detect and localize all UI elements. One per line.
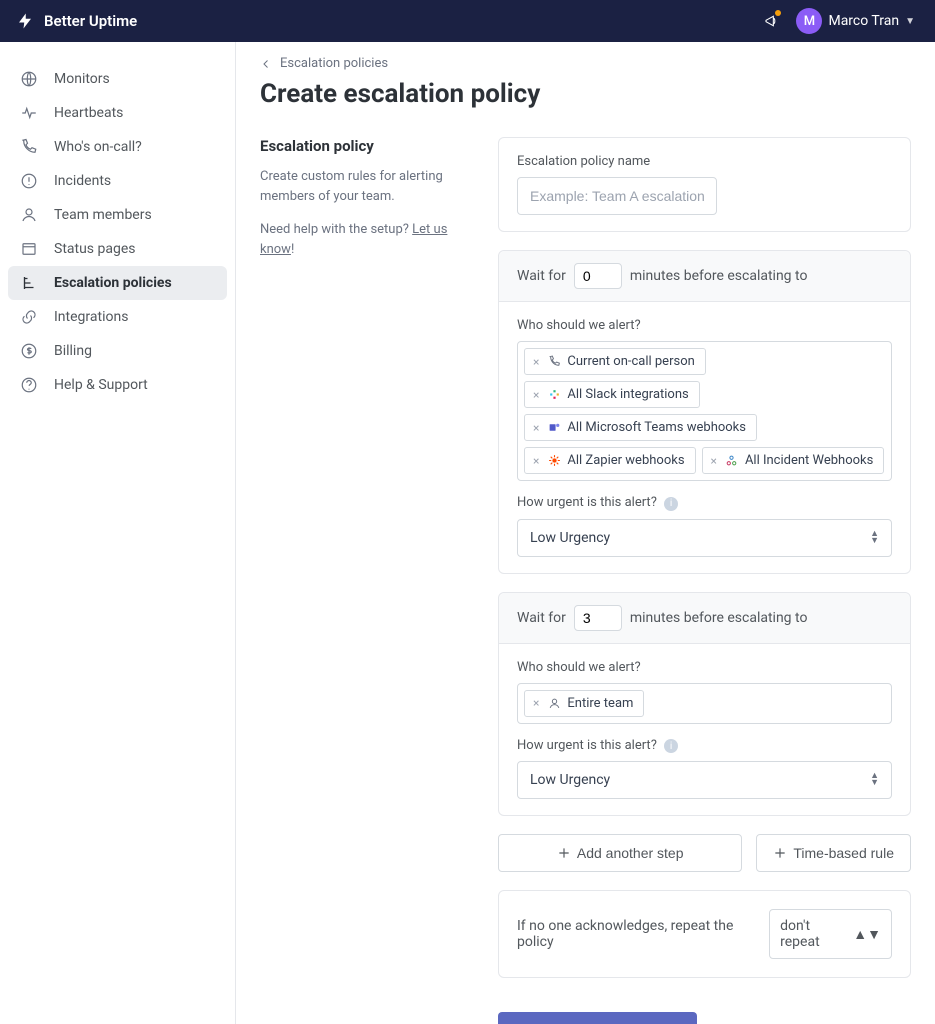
phone-icon <box>20 138 38 156</box>
sidebar-item-oncall[interactable]: Who's on-call? <box>0 130 235 164</box>
person-icon <box>547 697 561 710</box>
user-name: Marco Tran <box>828 13 899 29</box>
webhook-icon <box>725 454 739 467</box>
tag-teams[interactable]: ×All Microsoft Teams webhooks <box>524 414 757 441</box>
person-icon <box>20 206 38 224</box>
page-title: Create escalation policy <box>260 79 911 109</box>
remove-icon[interactable]: × <box>531 421 541 435</box>
sidebar-item-integrations[interactable]: Integrations <box>0 300 235 334</box>
stepper-icon: ▲▼ <box>870 531 879 545</box>
repeat-card: If no one acknowledges, repeat the polic… <box>498 890 911 978</box>
urgency-label: How urgent is this alert? i <box>517 495 892 511</box>
main: Escalation policies Create escalation po… <box>236 42 935 1024</box>
card-step-1: Wait for minutes before escalating to Wh… <box>498 592 911 817</box>
chevron-down-icon: ▼ <box>905 16 915 27</box>
remove-icon[interactable]: × <box>709 454 719 468</box>
sidebar-item-monitors[interactable]: Monitors <box>0 62 235 96</box>
wait-input-0[interactable] <box>574 263 622 289</box>
card-name: Escalation policy name <box>498 137 911 232</box>
stepper-icon: ▲▼ <box>853 926 881 943</box>
urgency-label: How urgent is this alert? i <box>517 738 892 754</box>
tag-team[interactable]: ×Entire team <box>524 690 644 717</box>
sidebar-item-label: Incidents <box>54 173 111 189</box>
help-icon <box>20 376 38 394</box>
form-column: Escalation policy name Wait for minutes … <box>498 137 911 1024</box>
submit-button[interactable]: Create escalation policy <box>498 1012 697 1024</box>
sidebar-item-help[interactable]: Help & Support <box>0 368 235 402</box>
step-1-wait: Wait for minutes before escalating to <box>499 593 910 644</box>
tag-oncall[interactable]: ×Current on-call person <box>524 348 706 375</box>
sidebar-item-billing[interactable]: Billing <box>0 334 235 368</box>
sidebar-item-label: Monitors <box>54 71 110 87</box>
plus-icon <box>557 846 571 860</box>
sidebar-item-label: Who's on-call? <box>54 139 142 155</box>
sidebar-item-label: Integrations <box>54 309 128 325</box>
help-setup: Need help with the setup? Let us know! <box>260 220 470 259</box>
targets-input-1[interactable]: ×Entire team <box>517 683 892 724</box>
sidebar-item-label: Escalation policies <box>54 275 172 291</box>
dollar-icon <box>20 342 38 360</box>
sidebar-item-label: Heartbeats <box>54 105 123 121</box>
help-body: Create custom rules for alerting members… <box>260 167 470 206</box>
breadcrumb[interactable]: Escalation policies <box>260 56 911 71</box>
plus-icon <box>773 846 787 860</box>
repeat-label: If no one acknowledges, repeat the polic… <box>517 918 755 950</box>
pulse-icon <box>20 104 38 122</box>
remove-icon[interactable]: × <box>531 355 541 369</box>
time-rule-button[interactable]: Time-based rule <box>756 834 911 872</box>
chevron-left-icon <box>260 58 272 70</box>
sidebar-item-label: Status pages <box>54 241 136 257</box>
topbar-right: M Marco Tran ▼ <box>764 8 915 34</box>
step-0-wait: Wait for minutes before escalating to <box>499 251 910 302</box>
page-icon <box>20 240 38 258</box>
brand[interactable]: Better Uptime <box>16 12 137 30</box>
zapier-icon <box>547 454 561 467</box>
info-icon[interactable]: i <box>664 497 678 511</box>
add-step-button[interactable]: Add another step <box>498 834 742 872</box>
avatar: M <box>796 8 822 34</box>
info-icon[interactable]: i <box>664 739 678 753</box>
targets-input-0[interactable]: ×Current on-call person ×All Slack integ… <box>517 341 892 481</box>
sidebar-item-incidents[interactable]: Incidents <box>0 164 235 198</box>
topbar: Better Uptime M Marco Tran ▼ <box>0 0 935 42</box>
sidebar-item-status[interactable]: Status pages <box>0 232 235 266</box>
sidebar: Monitors Heartbeats Who's on-call? Incid… <box>0 42 236 1024</box>
tag-zapier[interactable]: ×All Zapier webhooks <box>524 447 696 474</box>
sidebar-item-team[interactable]: Team members <box>0 198 235 232</box>
sidebar-item-escalation[interactable]: Escalation policies <box>8 266 227 300</box>
name-label: Escalation policy name <box>517 154 892 169</box>
sidebar-item-heartbeats[interactable]: Heartbeats <box>0 96 235 130</box>
help-heading: Escalation policy <box>260 137 470 155</box>
steps-icon <box>20 274 38 292</box>
who-label: Who should we alert? <box>517 318 892 333</box>
form-help: Escalation policy Create custom rules fo… <box>260 137 470 1024</box>
user-menu[interactable]: M Marco Tran ▼ <box>796 8 915 34</box>
teams-icon <box>547 421 561 434</box>
sidebar-item-label: Help & Support <box>54 377 148 393</box>
who-label: Who should we alert? <box>517 660 892 675</box>
stepper-icon: ▲▼ <box>870 773 879 787</box>
link-icon <box>20 308 38 326</box>
brand-name: Better Uptime <box>44 12 137 30</box>
globe-icon <box>20 70 38 88</box>
wait-input-1[interactable] <box>574 605 622 631</box>
sidebar-item-label: Billing <box>54 343 92 359</box>
sidebar-item-label: Team members <box>54 207 152 223</box>
alert-icon <box>20 172 38 190</box>
remove-icon[interactable]: × <box>531 454 541 468</box>
tag-slack[interactable]: ×All Slack integrations <box>524 381 700 408</box>
urgency-select-0[interactable]: Low Urgency ▲▼ <box>517 519 892 557</box>
remove-icon[interactable]: × <box>531 388 541 402</box>
slack-icon <box>547 388 561 401</box>
brand-icon <box>16 12 34 30</box>
urgency-select-1[interactable]: Low Urgency ▲▼ <box>517 761 892 799</box>
phone-icon <box>547 355 561 368</box>
breadcrumb-label: Escalation policies <box>280 56 388 71</box>
tag-webhooks[interactable]: ×All Incident Webhooks <box>702 447 885 474</box>
repeat-select[interactable]: don't repeat ▲▼ <box>769 909 892 959</box>
card-step-0: Wait for minutes before escalating to Wh… <box>498 250 911 574</box>
announcement-icon[interactable] <box>764 13 780 29</box>
remove-icon[interactable]: × <box>531 696 541 710</box>
name-input[interactable] <box>517 177 717 215</box>
